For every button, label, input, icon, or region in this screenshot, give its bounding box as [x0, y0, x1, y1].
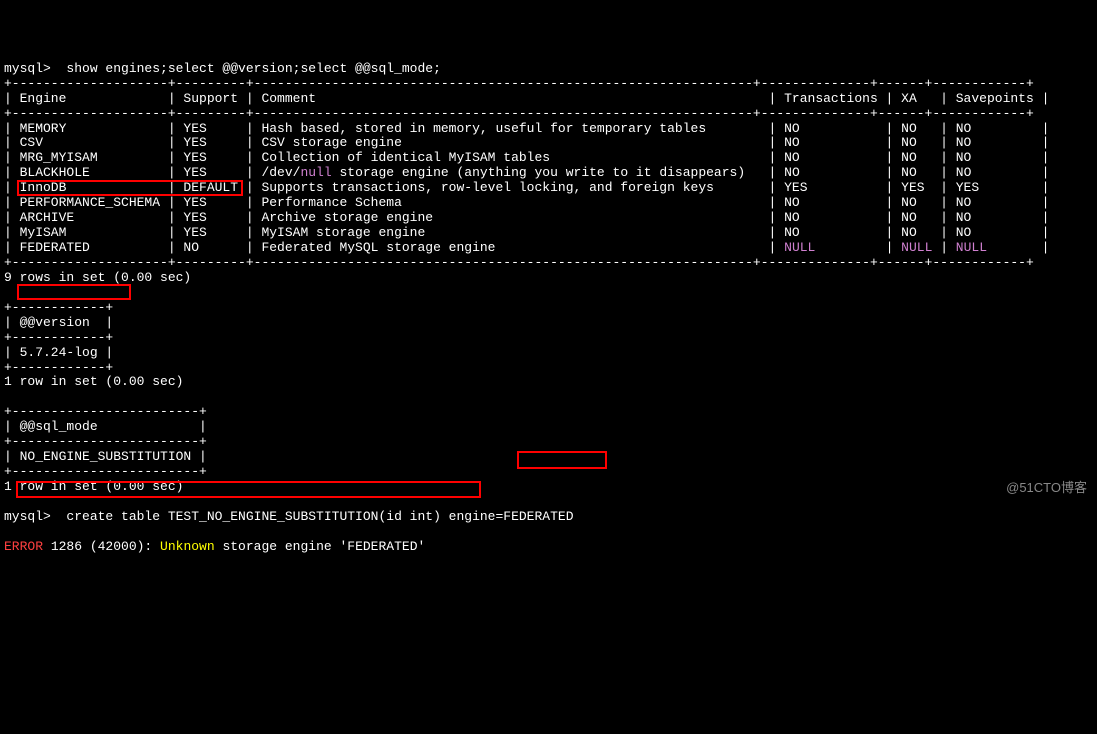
- terminal-output: mysql> show engines;select @@version;sel…: [4, 62, 1093, 555]
- watermark: @51CTO博客: [1006, 481, 1087, 496]
